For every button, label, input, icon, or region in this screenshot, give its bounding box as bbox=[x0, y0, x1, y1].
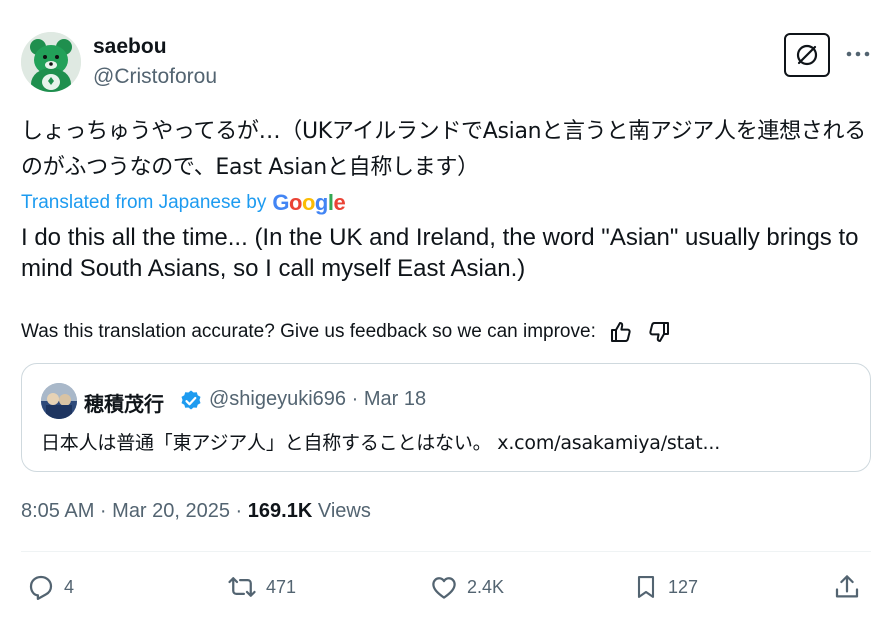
reply-count: 4 bbox=[64, 576, 75, 597]
author-handle[interactable]: @Cristoforou bbox=[93, 65, 217, 89]
like-icon bbox=[432, 577, 456, 599]
like-count: 2.4K bbox=[467, 576, 505, 597]
divider bbox=[21, 551, 871, 552]
tweet-time[interactable]: 8:05 AM · Mar 20, 2025 · bbox=[21, 500, 248, 522]
thumbs-down-button[interactable] bbox=[646, 319, 672, 345]
quoted-date[interactable]: Mar 18 bbox=[364, 388, 426, 410]
views-count: 169.1K bbox=[247, 500, 313, 522]
verified-badge-icon bbox=[181, 390, 201, 410]
google-logo: Google bbox=[272, 190, 346, 215]
feedback-prompt: Was this translation accurate? Give us f… bbox=[21, 321, 596, 342]
bookmark-count: 127 bbox=[668, 576, 699, 597]
quoted-meta: @shigeyuki696 · Mar 18 bbox=[209, 388, 426, 411]
repost-button[interactable]: 471 bbox=[226, 569, 296, 605]
tweet-original-text: しょっちゅうやってるが…（UKアイルランドでAsianと言うと南アジア人を連想さ… bbox=[21, 119, 866, 180]
share-button[interactable] bbox=[832, 569, 862, 605]
repost-icon bbox=[228, 577, 256, 597]
quoted-avatar-image bbox=[41, 383, 77, 419]
bookmark-button[interactable]: 127 bbox=[632, 569, 698, 605]
thumbs-up-button[interactable] bbox=[608, 319, 634, 345]
quoted-author-handle[interactable]: @shigeyuki696 bbox=[209, 388, 346, 410]
more-options-button[interactable] bbox=[842, 40, 874, 68]
quoted-text: 日本人は普通「東アジア人」と自称することはない。 x.com/asakamiya… bbox=[41, 432, 721, 454]
translation-attribution[interactable]: Translated from Japanese by Google bbox=[21, 190, 346, 216]
more-icon bbox=[846, 51, 870, 57]
like-button[interactable]: 2.4K bbox=[429, 569, 504, 605]
grok-icon bbox=[796, 44, 818, 66]
thumbs-down-icon bbox=[649, 322, 669, 342]
avatar-image bbox=[21, 32, 81, 92]
grok-button[interactable] bbox=[784, 33, 830, 77]
quoted-tweet[interactable]: 穂積茂行 @shigeyuki696 · Mar 18 日本人は普通「東アジア人… bbox=[21, 363, 871, 472]
quoted-author-avatar[interactable] bbox=[41, 383, 77, 419]
bookmark-icon bbox=[637, 576, 655, 598]
repost-count: 471 bbox=[266, 576, 297, 597]
quoted-author-name[interactable]: 穂積茂行 bbox=[84, 388, 164, 417]
tweet-translated-text: I do this all the time... (In the UK and… bbox=[21, 224, 859, 282]
translation-feedback: Was this translation accurate? Give us f… bbox=[21, 319, 672, 345]
share-icon bbox=[835, 575, 859, 598]
translation-label: Translated from Japanese by bbox=[21, 192, 267, 213]
quoted-separator: · bbox=[346, 388, 364, 410]
tweet-timestamp: 8:05 AM · Mar 20, 2025 · 169.1K Views bbox=[21, 500, 371, 523]
views-label: Views bbox=[312, 500, 371, 522]
reply-icon bbox=[29, 575, 53, 600]
reply-button[interactable]: 4 bbox=[26, 569, 74, 605]
author-avatar[interactable] bbox=[21, 32, 81, 92]
author-name[interactable]: saebou bbox=[93, 35, 167, 59]
thumbs-up-icon bbox=[610, 322, 631, 342]
